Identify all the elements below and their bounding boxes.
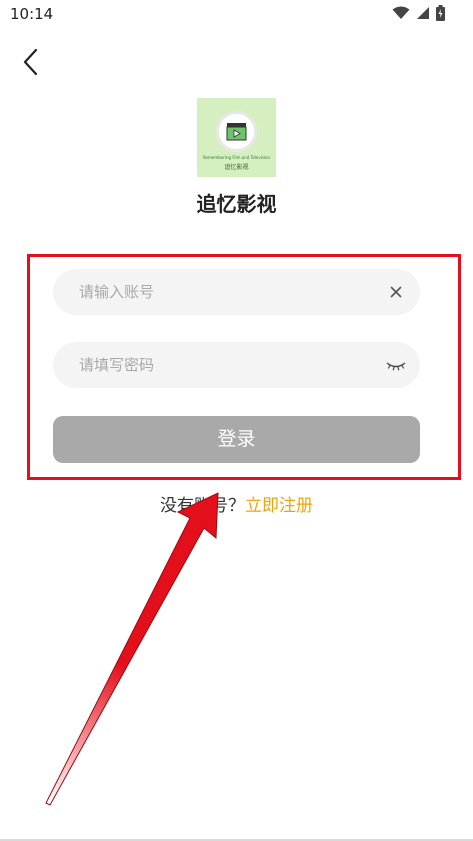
status-icons (392, 5, 445, 21)
logo-subtitle-text: Remembering Film and Television (202, 155, 271, 160)
no-account-text: 没有账号？ (160, 496, 245, 516)
status-time: 10:14 (10, 5, 54, 23)
battery-icon (436, 5, 445, 21)
wifi-icon (392, 6, 410, 19)
logo-circle (216, 111, 257, 152)
app-title: 追忆影视 (196, 192, 277, 216)
back-button[interactable] (16, 46, 48, 78)
app-logo: Remembering Film and Television 追忆影视 (197, 98, 276, 177)
logo-name-text: 追忆影视 (224, 164, 249, 171)
signal-icon (417, 7, 429, 19)
register-link[interactable]: 立即注册 (245, 496, 313, 516)
annotation-highlight-box (27, 254, 461, 480)
register-prompt: 没有账号？立即注册 (0, 491, 473, 516)
status-bar: 10:14 (0, 0, 473, 28)
clapperboard-icon (226, 123, 247, 141)
chevron-left-icon (23, 48, 38, 76)
